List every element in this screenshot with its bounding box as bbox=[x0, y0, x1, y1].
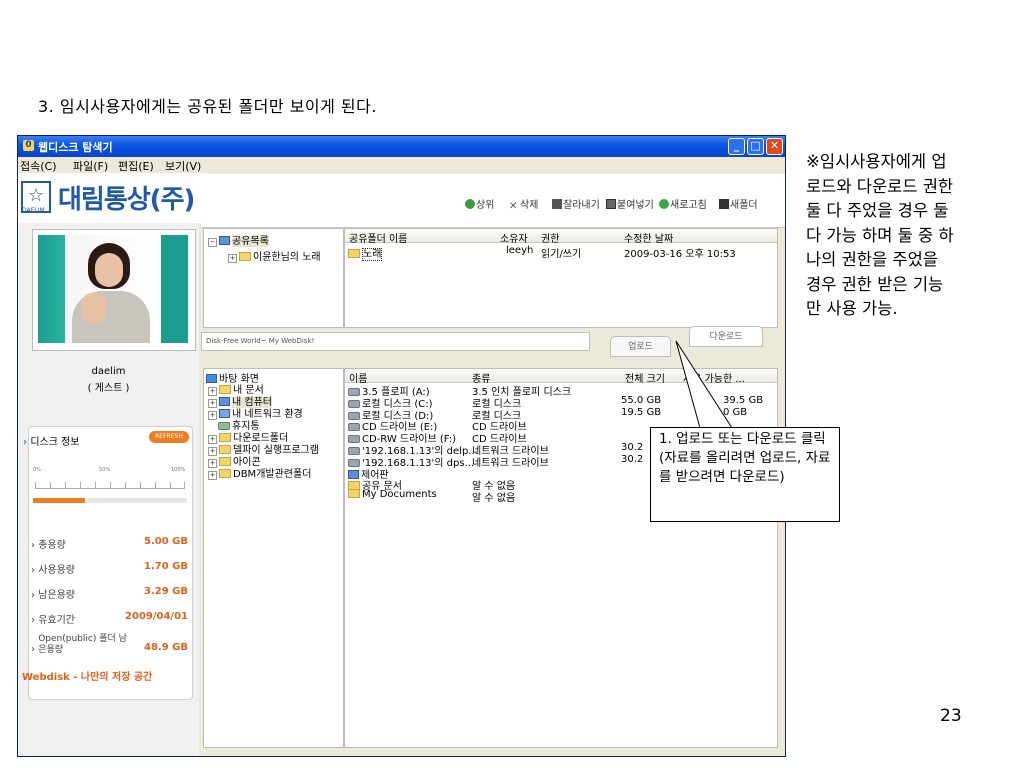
app-icon: 0 bbox=[23, 140, 34, 151]
toolbar-new-folder-button[interactable]: 새폴더 bbox=[719, 196, 758, 211]
logo-sub: DAELIM bbox=[22, 207, 45, 214]
user-name: daelim bbox=[91, 366, 126, 377]
stat-free: › 남은용량 3.29 GB bbox=[31, 586, 188, 601]
tree-dbm-folder[interactable]: + DBM개발관련폴더 bbox=[208, 465, 311, 480]
menu-edit[interactable]: 편집(E) bbox=[118, 158, 154, 174]
local-row-free: 39.5 GB bbox=[723, 394, 764, 406]
paste-icon bbox=[606, 199, 616, 209]
user-photo bbox=[38, 235, 188, 343]
share-list-pane: 공유폴더 이름 소유자 권한 수정한 날짜 노래 leeyh 읽기/쓰기 200… bbox=[344, 228, 778, 328]
arrow-up-icon bbox=[465, 199, 475, 209]
share-row-permission: 읽기/쓰기 bbox=[541, 249, 582, 260]
expand-icon: + bbox=[228, 254, 237, 263]
local-row-type: 네트워크 드라이브 bbox=[472, 457, 549, 469]
usage-ticks bbox=[35, 482, 185, 489]
menu-view[interactable]: 보기(V) bbox=[165, 158, 201, 174]
minimize-button[interactable]: _ bbox=[728, 138, 745, 155]
stat-expiry: › 유효기간 2009/04/01 bbox=[31, 611, 188, 626]
refresh-button[interactable]: REFRESH bbox=[149, 431, 189, 443]
toolbar-cut-button[interactable]: 잘라내기 bbox=[552, 196, 600, 211]
title-bar[interactable]: 0 웹디스크 탐색기 _ □ ✕ bbox=[18, 136, 785, 157]
callout-box: 1. 업로드 또는 다운로드 클릭(자료를 올리려면 업로드, 자료를 받으려면… bbox=[650, 427, 840, 522]
close-button[interactable]: ✕ bbox=[766, 138, 783, 155]
maximize-button[interactable]: □ bbox=[747, 138, 764, 155]
share-group-icon bbox=[219, 236, 230, 245]
slide-heading: 3. 임시사용자에게는 공유된 폴더만 보이게 된다. bbox=[38, 97, 377, 116]
col-permission[interactable]: 권한 bbox=[541, 230, 559, 245]
local-row-total: 19.5 GB bbox=[621, 406, 662, 418]
toolbar-refresh-button[interactable]: 새로고침 bbox=[659, 196, 707, 211]
share-row-owner: leeyh bbox=[506, 245, 534, 256]
upload-tab[interactable]: 업로드 bbox=[610, 336, 671, 357]
share-tree-pane: − 공유목록 + 이윤한님의 노래 bbox=[203, 228, 344, 328]
share-list-header: 공유폴더 이름 소유자 권한 수정한 날짜 bbox=[345, 229, 777, 245]
local-row-total: 30.2 bbox=[621, 442, 644, 453]
local-list-pane: 이름 종류 전체 크기 사용 가능한 ... 3.5 플로피 (A:) 3.5 인… bbox=[344, 368, 778, 748]
chevron-right-icon: › bbox=[23, 437, 28, 448]
user-role: ( 게스트 ) bbox=[87, 383, 130, 394]
menu-bar: 접속(C) 파일(F) 편집(E) 보기(V) bbox=[18, 157, 785, 173]
local-row-total: 30.2 bbox=[621, 453, 644, 465]
col-total-size[interactable]: 전체 크기 bbox=[625, 370, 665, 385]
col-modified[interactable]: 수정한 날짜 bbox=[624, 230, 673, 245]
folder-icon bbox=[348, 489, 360, 499]
share-tree-item[interactable]: + 이윤한님의 노래 bbox=[228, 248, 321, 263]
menu-file[interactable]: 파일(F) bbox=[73, 158, 108, 174]
download-tab[interactable]: 다운로드 bbox=[689, 326, 763, 347]
user-photo-frame bbox=[32, 229, 196, 351]
folder-icon bbox=[219, 469, 231, 478]
stat-used: › 사용용량 1.70 GB bbox=[31, 561, 188, 576]
local-row-type: 알 수 없음 bbox=[472, 493, 516, 505]
col-share-name[interactable]: 공유폴더 이름 bbox=[349, 230, 407, 245]
local-tree-pane: 바탕 화면 + 내 문서 + 내 컴퓨터 + 내 네트워크 환경 휴지통 + 다운로드폴… bbox=[203, 368, 344, 748]
folder-icon bbox=[239, 252, 251, 261]
local-row-total: 55.0 GB bbox=[621, 394, 662, 406]
disk-info-panel: › 디스크 정보 REFRESH 0% 50% 100% › 총용량 5.00 G… bbox=[23, 426, 193, 700]
local-row-name[interactable]: My Documents bbox=[348, 489, 437, 500]
expand-icon: + bbox=[208, 471, 217, 480]
toolbar-up-button[interactable]: 상위 bbox=[465, 196, 494, 211]
local-list-header: 이름 종류 전체 크기 사용 가능한 ... bbox=[345, 369, 777, 385]
window-title: 웹디스크 탐색기 bbox=[38, 141, 113, 154]
local-row-free: 0 GB bbox=[723, 406, 748, 418]
expand-icon: + bbox=[208, 411, 217, 420]
share-row-date: 2009-03-16 오후 10:53 bbox=[624, 249, 736, 260]
collapse-icon: − bbox=[208, 238, 217, 247]
side-note: ※임시사용자에게 업로드와 다운로드 권한 둘 다 주었을 경우 둘 다 가능 … bbox=[806, 152, 954, 318]
share-tree-root[interactable]: − 공유목록 bbox=[208, 232, 269, 247]
disk-info-header: › 디스크 정보 bbox=[23, 437, 80, 448]
page-number: 23 bbox=[940, 706, 962, 726]
new-folder-icon bbox=[719, 199, 729, 209]
toolbar: 상위 ✕ 삭제 잘라내기 붙여넣기 새로고침 새폴더 bbox=[201, 174, 785, 228]
share-row-name[interactable]: 노래 bbox=[348, 245, 383, 261]
usage-bar bbox=[33, 498, 187, 503]
menu-connect[interactable]: 접속(C) bbox=[20, 158, 57, 174]
webdisk-tagline: Webdisk - 나만의 저장 공간 bbox=[22, 672, 153, 683]
cut-icon bbox=[552, 199, 562, 209]
stat-total: › 총용량 5.00 GB bbox=[31, 536, 188, 551]
col-free-space[interactable]: 사용 가능한 ... bbox=[683, 370, 745, 385]
company-logo: ☆ DAELIM 대림통상(주) bbox=[18, 173, 208, 223]
status-bar: Disk-Free World~ My WebDisk! bbox=[201, 332, 590, 351]
stat-public-free: › Open(public) 폴더 남은용량 48.9 GB bbox=[31, 634, 188, 655]
left-panel: ☆ DAELIM 대림통상(주) daelim ( 게스트 ) › 디스크 정보… bbox=[18, 173, 208, 756]
refresh-icon bbox=[659, 199, 669, 209]
toolbar-delete-button[interactable]: ✕ 삭제 bbox=[509, 196, 538, 212]
usage-bar-fill bbox=[33, 498, 86, 503]
folder-icon bbox=[348, 249, 360, 258]
col-owner[interactable]: 소유자 bbox=[500, 230, 528, 245]
toolbar-paste-button[interactable]: 붙여넣기 bbox=[606, 196, 654, 211]
delete-icon: ✕ bbox=[509, 201, 518, 212]
logo-text: 대림통상(주) bbox=[58, 185, 195, 215]
